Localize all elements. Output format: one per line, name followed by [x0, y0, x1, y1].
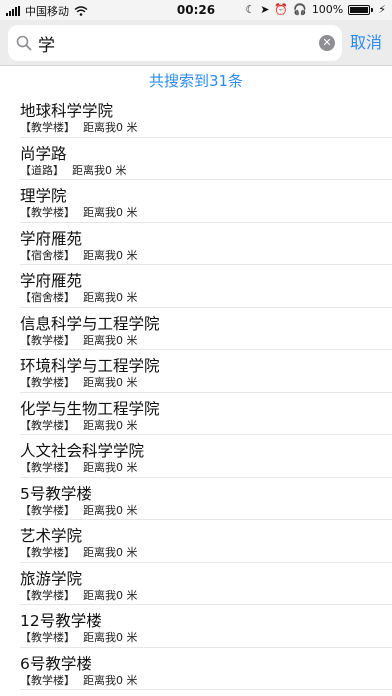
result-item[interactable]: 地球科学学院 【教学楼】 距离我0 米 [20, 95, 392, 138]
result-category: 【教学楼】 [20, 673, 75, 687]
result-category: 【教学楼】 [20, 503, 75, 517]
result-meta: 【教学楼】 距离我0 米 [20, 119, 138, 135]
moon-icon: ☾ [245, 2, 256, 16]
result-count: 共搜索到31条 [148, 72, 244, 90]
result-category: 【教学楼】 [20, 376, 75, 389]
result-item[interactable]: 6号教学楼 【教学楼】 距离我0 米 [20, 648, 392, 690]
result-distance: 距离我0 米 [83, 418, 138, 432]
result-distance: 距离我0 米 [83, 461, 138, 474]
location-icon: ➤ [260, 2, 270, 16]
charging-icon: ⚡ [378, 2, 386, 16]
result-distance: 距离我0 米 [83, 121, 138, 134]
result-name: 艺术学院 [20, 527, 83, 545]
headphones-icon: 🎧 [293, 2, 307, 16]
result-name: 6号教学楼 [20, 654, 92, 673]
search-bar: ✕ 取消 [0, 20, 392, 66]
search-icon [16, 35, 32, 51]
result-category: 【宿舍楼】 [20, 248, 75, 262]
result-meta: 【教学楼】 距离我0 米 [20, 374, 138, 390]
result-meta: 【教学楼】 距离我0 米 [20, 587, 138, 603]
result-meta: 【教学楼】 距离我0 米 [20, 417, 138, 433]
result-category: 【教学楼】 [20, 588, 75, 602]
clear-icon[interactable]: ✕ [319, 35, 335, 51]
status-right: ☾ ➤ ⏰ 🎧 100% ⚡ [245, 3, 386, 16]
result-name: 5号教学楼 [20, 484, 92, 503]
result-distance: 距离我0 米 [72, 163, 127, 177]
result-item[interactable]: 化学与生物工程学院 【教学楼】 距离我0 米 [20, 393, 392, 435]
result-distance: 距离我0 米 [83, 673, 138, 687]
result-item[interactable]: 学府雁苑 【宿舍楼】 距离我0 米 [20, 223, 392, 265]
search-input[interactable] [38, 25, 308, 61]
result-category: 【教学楼】 [20, 546, 75, 559]
battery-percent: 100% [311, 3, 344, 16]
result-item[interactable]: 旅游学院 【教学楼】 距离我0 米 [20, 563, 392, 605]
result-item[interactable]: 理学院 【教学楼】 距离我0 米 [20, 180, 392, 223]
result-name: 信息科学与工程学院 [20, 314, 160, 333]
result-name: 旅游学院 [20, 569, 83, 588]
result-name: 地球科学学院 [20, 102, 114, 120]
result-meta: 【宿舍楼】 距离我0 米 [20, 247, 138, 263]
result-meta: 【教学楼】 距离我0 米 [20, 332, 138, 348]
result-meta: 【教学楼】 距离我0 米 [20, 544, 138, 560]
result-item[interactable]: 尚学路 【道路】 距离我0 米 [20, 138, 392, 180]
result-distance: 距离我0 米 [83, 631, 138, 644]
result-category: 【教学楼】 [20, 418, 75, 432]
result-name: 理学院 [20, 187, 67, 205]
result-name: 环境科学与工程学院 [20, 357, 160, 375]
result-meta: 【教学楼】 距离我0 米 [20, 502, 138, 518]
result-name: 尚学路 [20, 144, 67, 163]
result-meta: 【教学楼】 距离我0 米 [20, 629, 138, 645]
cancel-button[interactable]: 取消 [350, 29, 382, 53]
result-meta: 【教学楼】 距离我0 米 [20, 672, 138, 688]
result-item[interactable]: 环境科学与工程学院 【教学楼】 距离我0 米 [20, 350, 392, 393]
result-category: 【教学楼】 [20, 631, 75, 644]
battery-icon [348, 4, 374, 15]
result-distance: 距离我0 米 [83, 546, 138, 559]
result-name: 学府雁苑 [20, 272, 83, 290]
result-category: 【教学楼】 [20, 333, 75, 347]
result-name: 12号教学楼 [20, 612, 102, 630]
result-category: 【教学楼】 [20, 206, 75, 219]
result-meta: 【宿舍楼】 距离我0 米 [20, 289, 138, 305]
result-meta: 【教学楼】 距离我0 米 [20, 204, 138, 220]
result-distance: 距离我0 米 [83, 376, 138, 389]
result-category: 【教学楼】 [20, 461, 75, 474]
result-item[interactable]: 5号教学楼 【教学楼】 距离我0 米 [20, 478, 392, 520]
search-field[interactable]: ✕ [8, 25, 342, 61]
result-item[interactable]: 人文社会科学学院 【教学楼】 距离我0 米 [20, 435, 392, 478]
result-category: 【教学楼】 [20, 121, 75, 134]
result-item[interactable]: 12号教学楼 【教学楼】 距离我0 米 [20, 605, 392, 648]
result-name: 学府雁苑 [20, 229, 83, 248]
result-distance: 距离我0 米 [83, 206, 138, 219]
result-category: 【宿舍楼】 [20, 291, 75, 304]
result-name: 化学与生物工程学院 [20, 399, 160, 418]
status-bar: 中国移动 00:26 ☾ ➤ ⏰ 🎧 100% ⚡ [0, 0, 392, 20]
result-list: 地球科学学院 【教学楼】 距离我0 米尚学路 【道路】 距离我0 米理学院 【教学楼】 距离… [0, 95, 392, 690]
result-item[interactable]: 信息科学与工程学院 【教学楼】 距离我0 米 [20, 308, 392, 350]
result-category: 【道路】 [20, 163, 64, 177]
result-distance: 距离我0 米 [83, 248, 138, 262]
result-item[interactable]: 学府雁苑 【宿舍楼】 距离我0 米 [20, 265, 392, 308]
alarm-icon: ⏰ [274, 2, 289, 16]
result-distance: 距离我0 米 [83, 588, 138, 602]
result-meta: 【教学楼】 距离我0 米 [20, 459, 138, 475]
result-meta: 【道路】 距离我0 米 [20, 162, 127, 178]
result-distance: 距离我0 米 [83, 503, 138, 517]
result-name: 人文社会科学学院 [20, 442, 145, 460]
result-distance: 距离我0 米 [83, 333, 138, 347]
result-distance: 距离我0 米 [83, 291, 138, 304]
result-item[interactable]: 艺术学院 【教学楼】 距离我0 米 [20, 520, 392, 563]
